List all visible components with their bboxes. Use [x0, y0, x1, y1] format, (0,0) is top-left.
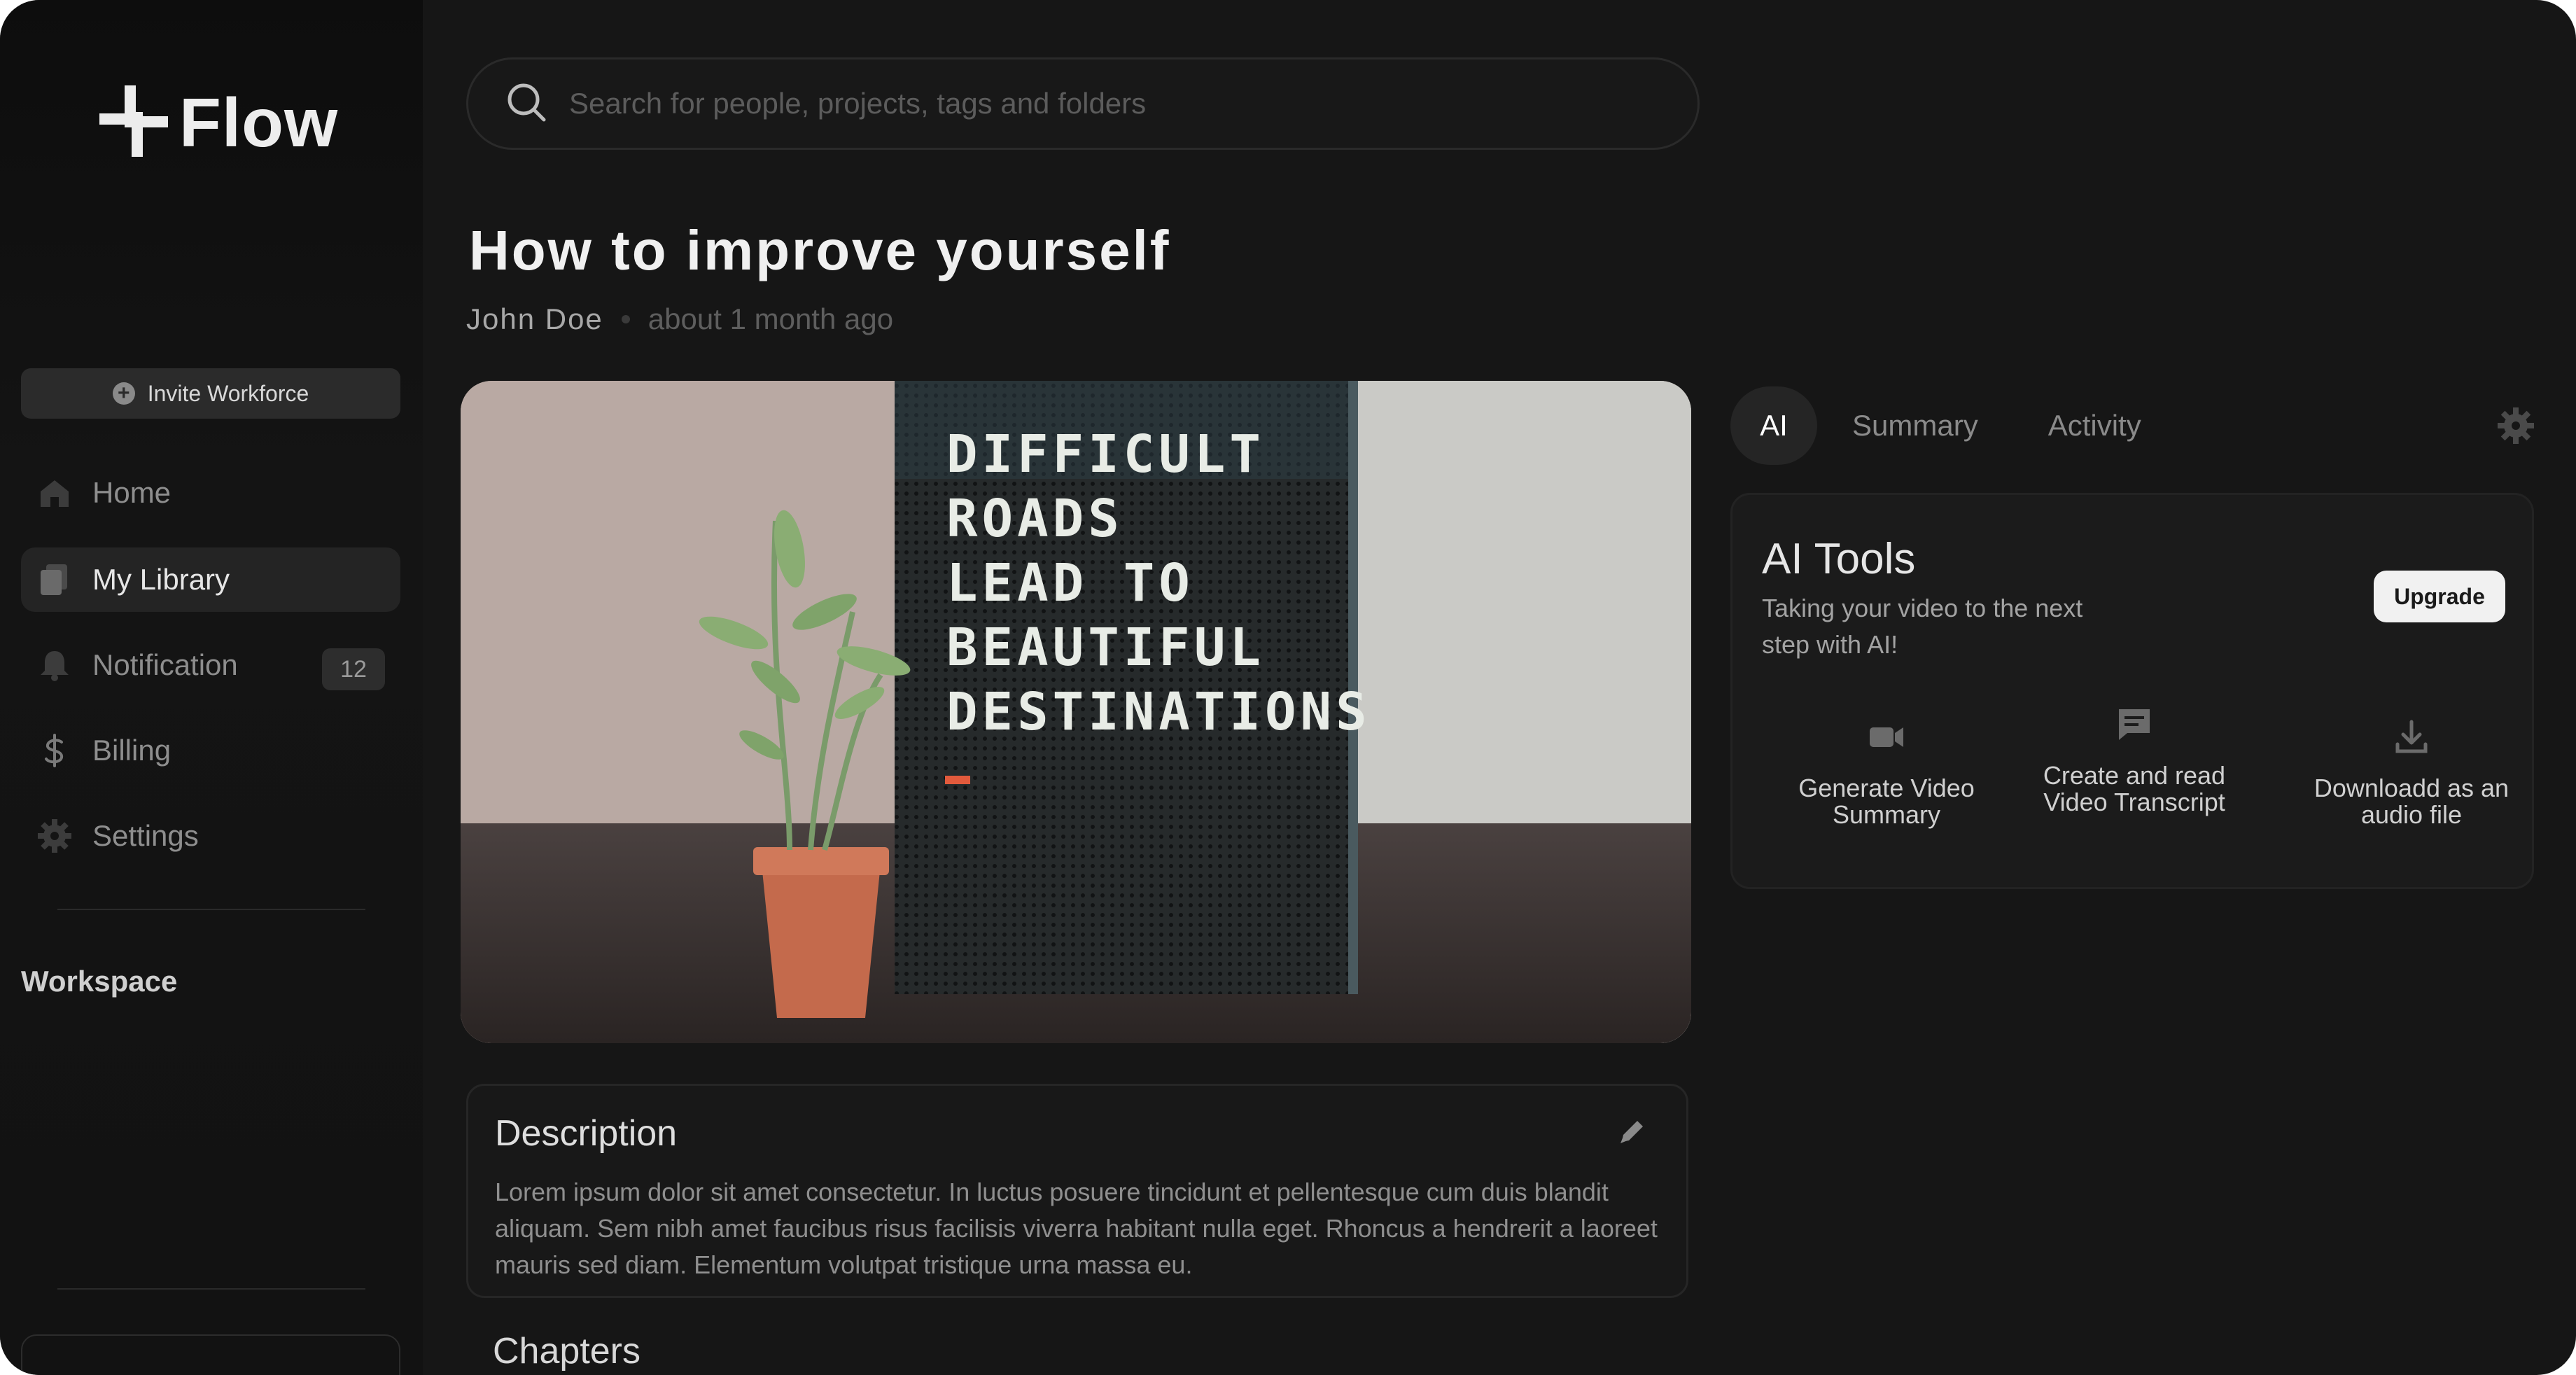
board-line-2: ROADS	[946, 489, 1124, 549]
panel-settings-gear-icon[interactable]	[2496, 406, 2535, 445]
gear-icon	[36, 818, 73, 854]
sidebar-item-settings[interactable]: Settings	[21, 804, 400, 868]
chat-icon	[2015, 705, 2253, 744]
flow-logo-icon	[95, 83, 172, 163]
sidebar: Flow + Invite Workforce Home My Library …	[0, 0, 423, 1375]
panel-tabs: AI Summary Activity	[1730, 386, 2176, 465]
board-line-3: LEAD TO	[946, 553, 1194, 613]
description-text: Lorem ipsum dolor sit amet consectetur. …	[495, 1178, 1658, 1279]
sidebar-item-label: Notification	[92, 648, 238, 681]
sidebar-item-billing[interactable]: Billing	[21, 718, 400, 783]
separator-dot	[621, 315, 630, 323]
video-camera-icon	[1768, 718, 2005, 757]
search-bar[interactable]	[466, 57, 1700, 150]
description-card: Description Lorem ipsum dolor sit amet c…	[466, 1084, 1688, 1298]
timestamp: about 1 month ago	[648, 302, 894, 335]
invite-label: Invite Workforce	[147, 380, 309, 406]
video-meta: John Doe about 1 month ago	[466, 302, 893, 336]
tool-label: Create and read Video Transcript	[2043, 761, 2226, 816]
download-audio-button[interactable]: Downloadd as an audio file	[2292, 718, 2530, 828]
app-window: Flow + Invite Workforce Home My Library …	[0, 0, 2576, 1375]
video-thumbnail: DIFFICULT ROADS LEAD TO BEAUTIFUL DESTIN…	[461, 381, 1691, 1043]
tool-label: Downloadd as an audio file	[2314, 774, 2510, 829]
ai-tools-title: AI Tools	[1762, 535, 1916, 583]
board-line-5: DESTINATIONS	[946, 682, 1371, 742]
sidebar-item-notification[interactable]: Notification 12	[21, 633, 400, 697]
pencil-icon[interactable]	[1616, 1115, 1648, 1147]
author-name[interactable]: John Doe	[466, 302, 603, 336]
sidebar-item-label: My Library	[92, 563, 230, 596]
plus-circle-icon: +	[112, 382, 135, 405]
ai-tools-subtitle: Taking your video to the next step with …	[1762, 594, 2083, 659]
logo-text: Flow	[179, 84, 339, 161]
tab-activity[interactable]: Activity	[2013, 386, 2176, 465]
search-input[interactable]	[569, 87, 1619, 120]
sidebar-item-label: Billing	[92, 734, 172, 767]
board-line-4: BEAUTIFUL	[946, 617, 1265, 678]
workspace-heading: Workspace	[21, 965, 178, 998]
page-title: How to improve yourself	[469, 219, 1171, 281]
sidebar-item-label: Home	[92, 476, 172, 509]
sidebar-divider	[57, 909, 365, 910]
description-title: Description	[495, 1113, 678, 1154]
sidebar-divider	[57, 1288, 365, 1290]
download-icon	[2292, 718, 2530, 757]
dollar-icon	[36, 732, 73, 769]
logo[interactable]: Flow	[95, 83, 338, 163]
video-player[interactable]: DIFFICULT ROADS LEAD TO BEAUTIFUL DESTIN…	[461, 381, 1691, 1043]
sidebar-item-home[interactable]: Home	[21, 461, 400, 525]
chapters-title: Chapters	[493, 1331, 640, 1371]
library-icon	[36, 561, 73, 598]
create-transcript-button[interactable]: Create and read Video Transcript	[2015, 705, 2253, 816]
generate-summary-button[interactable]: Generate Video Summary	[1768, 718, 2005, 828]
tab-summary[interactable]: Summary	[1817, 386, 2013, 465]
invite-workforce-button[interactable]: + Invite Workforce	[21, 368, 400, 419]
sidebar-item-my-library[interactable]: My Library	[21, 547, 400, 612]
sidebar-item-label: Settings	[92, 819, 199, 852]
search-icon	[505, 81, 548, 127]
bell-icon	[36, 647, 73, 683]
notification-count-badge: 12	[322, 648, 385, 690]
account-card[interactable]	[21, 1334, 400, 1375]
ai-tools-card: AI Tools Taking your video to the next s…	[1730, 493, 2534, 889]
tool-label: Generate Video Summary	[1798, 774, 1975, 829]
tab-ai[interactable]: AI	[1730, 386, 1817, 465]
home-icon	[36, 475, 73, 511]
upgrade-button[interactable]: Upgrade	[2374, 571, 2505, 622]
board-line-1: DIFFICULT	[946, 424, 1265, 484]
